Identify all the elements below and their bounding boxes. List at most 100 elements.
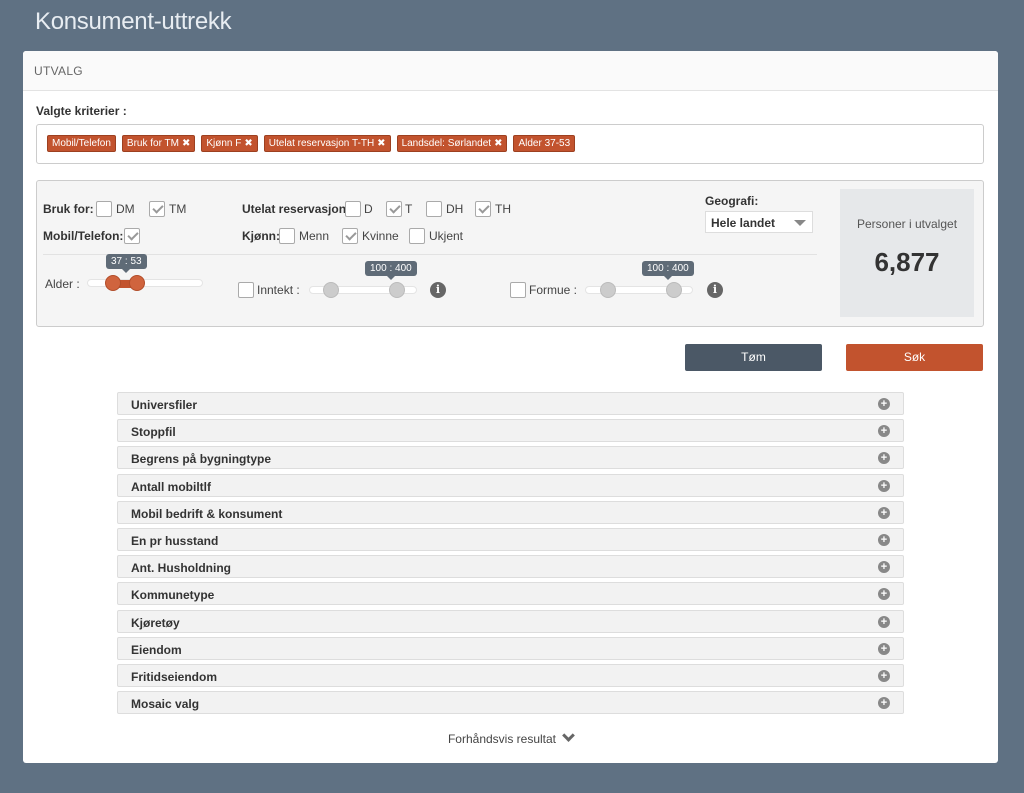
remove-icon[interactable]: ✖ [244, 136, 252, 151]
accordion-item[interactable]: Mosaic valg + [117, 691, 904, 715]
kjonn-ukjent-checkbox[interactable] [409, 228, 425, 244]
tag-label: Mobil/Telefon [52, 138, 111, 149]
accordion-label: Fritidseiendom [131, 669, 218, 684]
clear-button[interactable]: Tøm [685, 344, 822, 371]
formue-label: Formue : [529, 283, 578, 297]
preview-toggle[interactable]: Forhåndsvis resultat [23, 729, 998, 746]
preview-label: Forhåndsvis resultat [447, 732, 557, 746]
filter-divider [43, 254, 817, 255]
chevron-down-icon[interactable] [562, 729, 575, 742]
plus-icon[interactable]: + [878, 642, 890, 655]
criteria-tag-mobil[interactable]: Mobil/Telefon [47, 135, 116, 152]
accordion-item[interactable]: Ant. Husholdning + [117, 555, 904, 579]
accordion-label: En pr husstand [131, 533, 219, 548]
accordion-item[interactable]: Begrens på bygningtype + [117, 446, 904, 470]
alder-min-handle[interactable] [105, 275, 121, 291]
accordion-label: Begrens på bygningtype [131, 452, 272, 467]
accordion-label: Kjøretøy [131, 615, 180, 630]
page-title: Konsument-uttrekk [35, 8, 232, 35]
accordion-label: Eiendom [131, 642, 182, 657]
bruk-dm-label: DM [116, 202, 135, 216]
result-count-box: Personer i utvalget 6,877 [840, 189, 974, 317]
remove-icon[interactable]: ✖ [494, 136, 502, 151]
caret-down-icon [794, 220, 806, 226]
accordion-item[interactable]: Stoppfil + [117, 419, 904, 443]
plus-icon[interactable]: + [878, 506, 890, 519]
accordion-label: Ant. Husholdning [131, 561, 231, 576]
inntekt-range-tooltip: 100 : 400 [365, 261, 417, 280]
remove-icon[interactable]: ✖ [377, 136, 385, 151]
remove-icon[interactable]: ✖ [182, 136, 190, 151]
utelat-dh-label: DH [446, 202, 464, 216]
kjonn-kvinne-checkbox[interactable] [342, 228, 358, 244]
selected-criteria: Mobil/Telefon Bruk for TM ✖ Kjønn F ✖ Utel… [36, 124, 984, 164]
mobil-checkbox[interactable] [124, 228, 140, 244]
tag-label: Landsdel: Sørlandet [401, 138, 492, 149]
alder-range-tooltip: 37 : 53 [106, 254, 147, 273]
accordion-label: Antall mobiltlf [131, 479, 211, 494]
mobil-label: Mobil/Telefon: [43, 229, 124, 243]
utelat-dh-checkbox[interactable] [426, 201, 442, 217]
tag-label: Kjønn F [206, 138, 242, 149]
plus-icon[interactable]: + [878, 425, 890, 438]
bruk-tm-label: TM [169, 202, 187, 216]
criteria-tag-bruk[interactable]: Bruk for TM ✖ [121, 135, 196, 152]
accordion-label: Kommunetype [131, 588, 215, 603]
criteria-tag-landsdel[interactable]: Landsdel: Sørlandet ✖ [396, 135, 508, 152]
accordion-item[interactable]: En pr husstand + [117, 527, 904, 551]
plus-icon[interactable]: + [878, 697, 890, 710]
accordion-item[interactable]: Universfiler + [117, 392, 904, 415]
accordion-item[interactable]: Eiendom + [117, 636, 904, 660]
alder-max-handle[interactable] [129, 275, 145, 291]
accordion-label: Mosaic valg [131, 697, 200, 712]
result-count-label: Personer i utvalget [856, 217, 958, 231]
criteria-tag-utelat[interactable]: Utelat reservasjon T-TH ✖ [263, 135, 391, 152]
plus-icon[interactable]: + [878, 615, 890, 628]
plus-icon[interactable]: + [878, 561, 890, 574]
kjonn-menn-label: Menn [299, 229, 330, 243]
criteria-tag-alder[interactable]: Alder 37-53 [513, 135, 576, 152]
plus-icon[interactable]: + [878, 533, 890, 546]
tag-label: Alder 37-53 [518, 138, 571, 149]
criteria-tag-kjonn[interactable]: Kjønn F ✖ [201, 135, 258, 152]
accordion-item[interactable]: Fritidseiendom + [117, 663, 904, 687]
utelat-label: Utelat reservasjon: [242, 202, 351, 216]
kjonn-label: Kjønn: [242, 229, 280, 243]
plus-icon[interactable]: + [878, 398, 890, 410]
accordion-item[interactable]: Mobil bedrift & konsument + [117, 500, 904, 524]
utelat-d-label: D [364, 202, 373, 216]
plus-icon[interactable]: + [878, 669, 890, 682]
criteria-label: Valgte kriterier : [36, 104, 127, 118]
utelat-t-checkbox[interactable] [386, 201, 402, 217]
accordion-item[interactable]: Antall mobiltlf + [117, 473, 904, 497]
search-button[interactable]: Søk [846, 344, 983, 371]
utelat-d-checkbox[interactable] [345, 201, 361, 217]
result-count-value: 6,877 [874, 247, 940, 277]
inntekt-max-handle[interactable] [389, 282, 405, 298]
formue-max-handle[interactable] [666, 282, 682, 298]
formue-checkbox[interactable] [510, 282, 526, 298]
plus-icon[interactable]: + [878, 452, 890, 465]
utelat-th-checkbox[interactable] [475, 201, 491, 217]
accordion-label: Stoppfil [131, 425, 176, 440]
bruk-tm-checkbox[interactable] [149, 201, 165, 217]
bruk-dm-checkbox[interactable] [96, 201, 112, 217]
accordion-item[interactable]: Kjøretøy + [117, 609, 904, 633]
inntekt-min-handle[interactable] [323, 282, 339, 298]
plus-icon[interactable]: + [878, 588, 890, 601]
kjonn-menn-checkbox[interactable] [279, 228, 295, 244]
accordion: Universfiler + Stoppfil + Begrens på bygni… [117, 392, 904, 718]
inntekt-info-icon[interactable]: i [430, 282, 446, 298]
plus-icon[interactable]: + [878, 479, 890, 492]
inntekt-checkbox[interactable] [238, 282, 254, 298]
formue-range-tooltip: 100 : 400 [642, 261, 694, 280]
formue-info-icon[interactable]: i [707, 282, 723, 298]
geografi-value: Hele landet [711, 216, 776, 230]
geografi-select[interactable]: Hele landet [705, 211, 813, 233]
utelat-th-label: TH [495, 202, 511, 216]
accordion-item[interactable]: Kommunetype + [117, 582, 904, 606]
utvalg-panel: UTVALG Valgte kriterier : Mobil/Telefon … [23, 51, 998, 763]
formue-min-handle[interactable] [600, 282, 616, 298]
inntekt-label: Inntekt : [257, 283, 300, 297]
kjonn-kvinne-label: Kvinne [362, 229, 399, 243]
